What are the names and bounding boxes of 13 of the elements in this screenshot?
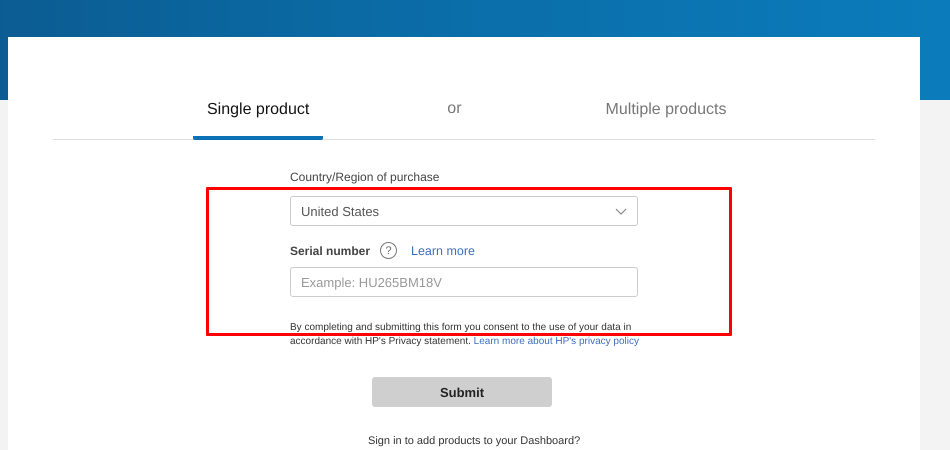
- chevron-icon: [615, 208, 627, 214]
- sign-in-text: Sign in to add products to your Dashboard?: [368, 435, 580, 447]
- tab[interactable]: Single product: [193, 101, 324, 140]
- learn-more-link[interactable]: Learn more: [411, 244, 475, 258]
- tab[interactable]: Multiple products: [592, 101, 740, 140]
- privacy-policy-link[interactable]: Learn more about HP's privacy policy: [474, 336, 639, 347]
- country-select[interactable]: United States: [290, 196, 638, 226]
- field-label: Serial number: [290, 244, 370, 258]
- field-label: Country/Region of purchase: [290, 170, 440, 184]
- consent-text: By completing and submitting this form you consent to the use of your data in accordance with HP's Privacy statement. Learn more about HP's privacy policy: [290, 321, 640, 349]
- serial-input-field[interactable]: Example: HU265BM18V: [290, 267, 638, 297]
- help-icon[interactable]: ?: [380, 242, 398, 259]
- or-text: or: [447, 100, 462, 119]
